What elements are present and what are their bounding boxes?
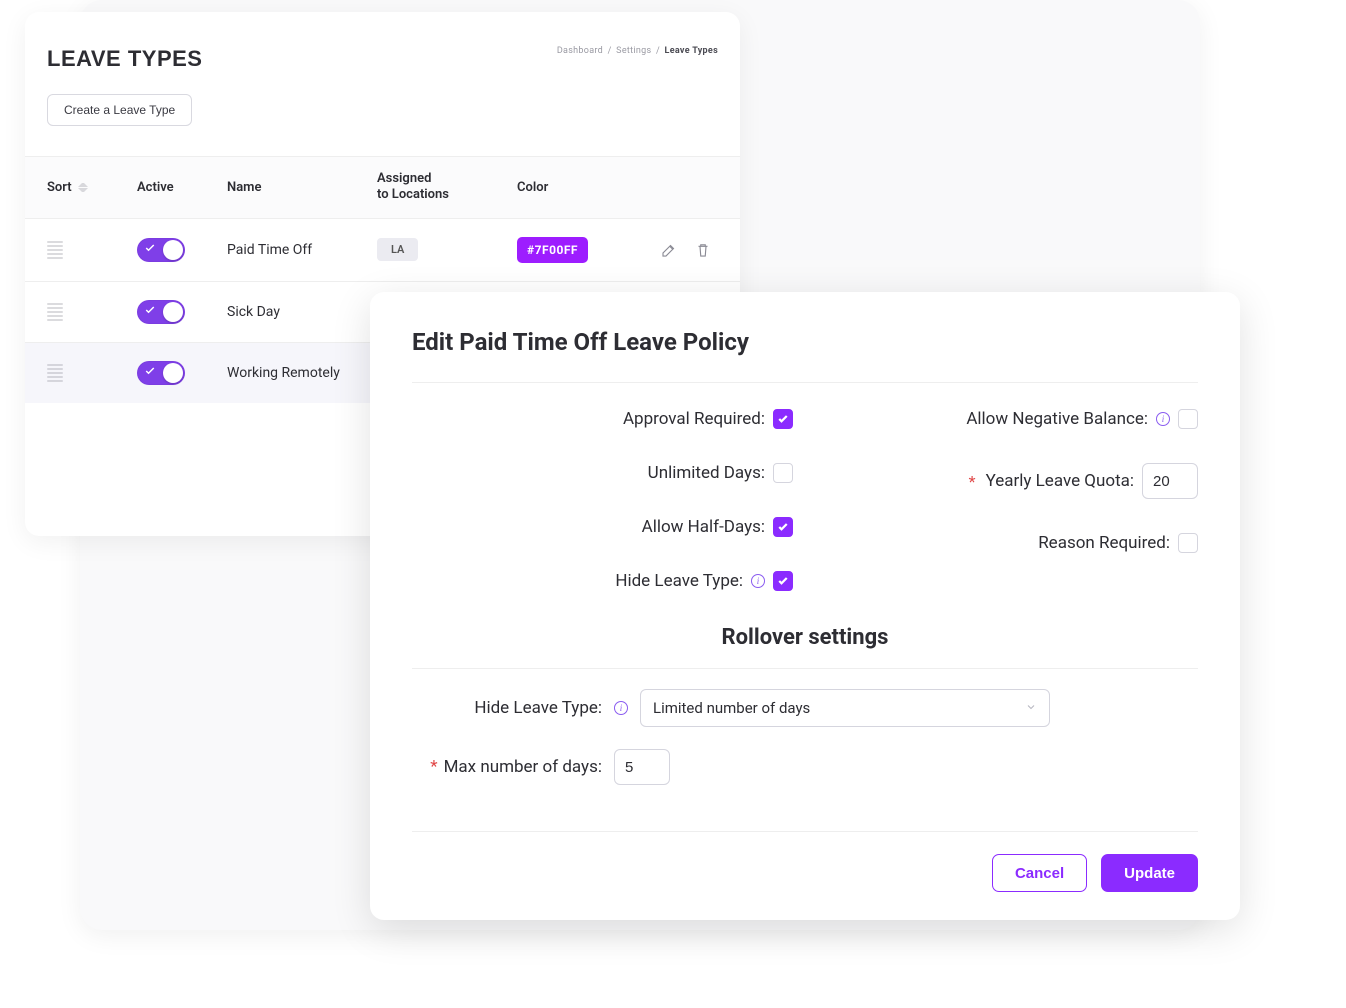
sort-caret-icon[interactable] bbox=[78, 180, 88, 194]
allow-negative-balance-label: Allow Negative Balance: bbox=[966, 409, 1148, 429]
delete-icon[interactable] bbox=[694, 241, 712, 259]
max-days-input[interactable] bbox=[614, 749, 670, 785]
table-header: Sort Active Name Assignedto Locations Co… bbox=[25, 156, 740, 219]
breadcrumb: Dashboard / Settings / Leave Types bbox=[557, 46, 718, 56]
create-leave-type-button[interactable]: Create a Leave Type bbox=[47, 94, 192, 126]
update-button[interactable]: Update bbox=[1101, 854, 1198, 892]
allow-half-days-label: Allow Half-Days: bbox=[642, 517, 765, 537]
yearly-leave-quota-input[interactable] bbox=[1142, 463, 1198, 499]
hide-leave-type-checkbox[interactable] bbox=[773, 571, 793, 591]
page-title: LEAVE TYPES bbox=[47, 46, 202, 72]
column-name: Name bbox=[227, 180, 377, 195]
approval-required-label: Approval Required: bbox=[623, 409, 765, 429]
reason-required-label: Reason Required: bbox=[1038, 533, 1170, 553]
hide-leave-type-label: Hide Leave Type: bbox=[615, 571, 743, 591]
rollover-hide-leave-type-label: Hide Leave Type: bbox=[412, 698, 602, 718]
required-marker: * bbox=[969, 472, 976, 491]
color-chip: #7F00FF bbox=[517, 237, 588, 263]
select-value: Limited number of days bbox=[653, 699, 810, 717]
max-days-label: Max number of days: bbox=[444, 757, 602, 777]
divider bbox=[412, 382, 1198, 383]
divider bbox=[412, 668, 1198, 669]
edit-icon[interactable] bbox=[660, 241, 678, 259]
leave-name: Sick Day bbox=[227, 304, 377, 320]
breadcrumb-current: Leave Types bbox=[665, 46, 718, 56]
reason-required-checkbox[interactable] bbox=[1178, 533, 1198, 553]
column-assigned: Assignedto Locations bbox=[377, 171, 517, 204]
required-marker: * bbox=[430, 757, 437, 777]
rollover-type-select[interactable]: Limited number of days bbox=[640, 689, 1050, 727]
unlimited-days-checkbox[interactable] bbox=[773, 463, 793, 483]
edit-leave-policy-modal: Edit Paid Time Off Leave Policy Approval… bbox=[370, 292, 1240, 920]
breadcrumb-item[interactable]: Settings bbox=[616, 46, 651, 56]
info-icon[interactable]: i bbox=[751, 574, 765, 588]
rollover-settings-title: Rollover settings bbox=[412, 625, 1198, 650]
column-color: Color bbox=[517, 180, 637, 195]
drag-handle-icon[interactable] bbox=[47, 364, 63, 382]
yearly-leave-quota-label: Yearly Leave Quota: bbox=[986, 471, 1134, 491]
allow-half-days-checkbox[interactable] bbox=[773, 517, 793, 537]
drag-handle-icon[interactable] bbox=[47, 241, 63, 259]
active-toggle[interactable] bbox=[137, 238, 185, 262]
modal-title: Edit Paid Time Off Leave Policy bbox=[412, 328, 1198, 356]
column-sort[interactable]: Sort bbox=[47, 180, 72, 195]
breadcrumb-item[interactable]: Dashboard bbox=[557, 46, 603, 56]
unlimited-days-label: Unlimited Days: bbox=[648, 463, 765, 483]
active-toggle[interactable] bbox=[137, 300, 185, 324]
table-row: Paid Time Off LA #7F00FF bbox=[25, 219, 740, 282]
approval-required-checkbox[interactable] bbox=[773, 409, 793, 429]
active-toggle[interactable] bbox=[137, 361, 185, 385]
leave-name: Paid Time Off bbox=[227, 242, 377, 258]
column-active: Active bbox=[137, 180, 227, 195]
info-icon[interactable]: i bbox=[1156, 412, 1170, 426]
cancel-button[interactable]: Cancel bbox=[992, 854, 1087, 892]
allow-negative-balance-checkbox[interactable] bbox=[1178, 409, 1198, 429]
chevron-down-icon bbox=[1025, 699, 1037, 717]
leave-name: Working Remotely bbox=[227, 365, 377, 381]
info-icon[interactable]: i bbox=[614, 701, 628, 715]
drag-handle-icon[interactable] bbox=[47, 303, 63, 321]
location-chip: LA bbox=[377, 238, 418, 261]
